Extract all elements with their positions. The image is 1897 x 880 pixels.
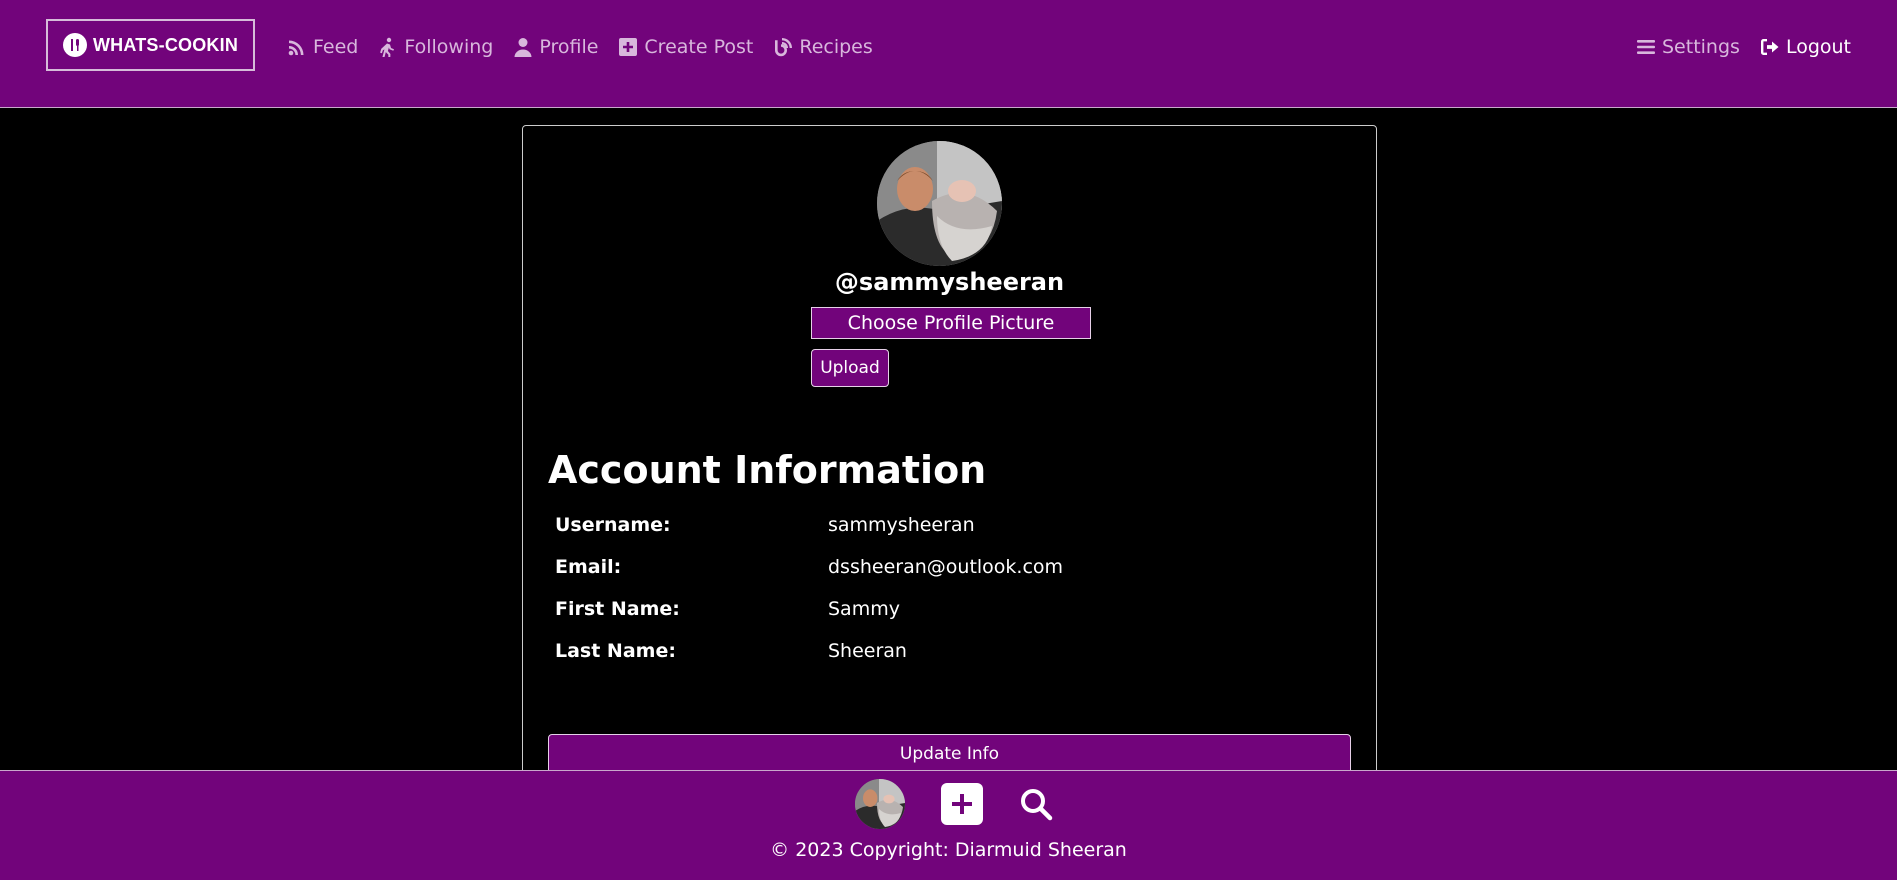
account-information-heading: Account Information bbox=[548, 448, 987, 492]
top-navbar: WHATS-COOKIN Feed Following Profile Crea… bbox=[0, 0, 1897, 108]
cooking-utensils-icon bbox=[62, 33, 87, 57]
nav-link-feed[interactable]: Feed bbox=[287, 36, 358, 58]
nav-link-logout-label: Logout bbox=[1785, 36, 1851, 58]
nav-link-create-post[interactable]: Create Post bbox=[618, 36, 753, 58]
nav-link-following[interactable]: Following bbox=[378, 36, 493, 58]
nav-links: Feed Following Profile Create Post Recip… bbox=[287, 36, 873, 58]
blog-icon bbox=[775, 38, 793, 57]
nav-link-settings[interactable]: Settings bbox=[1636, 36, 1740, 58]
footer-create-post-button[interactable] bbox=[940, 783, 983, 825]
profile-card: @sammysheeran Choose Profile Picture Upl… bbox=[522, 125, 1377, 880]
nav-link-create-post-label: Create Post bbox=[644, 36, 754, 58]
nav-link-following-label: Following bbox=[404, 36, 494, 58]
info-value: Sammy bbox=[828, 598, 900, 620]
nav-link-logout[interactable]: Logout bbox=[1760, 36, 1851, 58]
nav-link-profile[interactable]: Profile bbox=[513, 36, 598, 58]
info-value: dssheeran@outlook.com bbox=[828, 556, 1064, 578]
nav-link-settings-label: Settings bbox=[1662, 36, 1740, 58]
info-value: sammysheeran bbox=[828, 514, 975, 536]
profile-avatar bbox=[877, 141, 1002, 266]
upload-button[interactable]: Upload bbox=[811, 349, 889, 387]
plus-square-icon bbox=[619, 38, 638, 56]
copyright-text: © 2023 Copyright: Diarmuid Sheeran bbox=[770, 839, 1127, 861]
nav-link-feed-label: Feed bbox=[313, 36, 359, 58]
info-value: Sheeran bbox=[828, 640, 907, 662]
info-label: Email: bbox=[555, 556, 622, 578]
plus-icon bbox=[951, 794, 972, 814]
brand-logo-link[interactable]: WHATS-COOKIN bbox=[46, 19, 255, 71]
rss-icon bbox=[288, 40, 304, 56]
footer-actions bbox=[0, 779, 1897, 829]
update-info-button[interactable]: Update Info bbox=[548, 734, 1351, 774]
info-label: First Name: bbox=[555, 598, 680, 620]
footer: © 2023 Copyright: Diarmuid Sheeran bbox=[0, 770, 1897, 880]
walking-icon bbox=[380, 37, 395, 57]
brand-name: WHATS-COOKIN bbox=[92, 34, 239, 55]
nav-right: Settings Logout bbox=[1636, 36, 1851, 58]
search-icon[interactable] bbox=[1019, 787, 1053, 821]
nav-link-profile-label: Profile bbox=[539, 36, 599, 58]
footer-profile-avatar[interactable] bbox=[854, 779, 905, 829]
user-icon bbox=[514, 38, 532, 57]
nav-link-recipes[interactable]: Recipes bbox=[773, 36, 873, 58]
info-label: Username: bbox=[555, 514, 671, 536]
sign-out-icon bbox=[1760, 39, 1779, 55]
info-label: Last Name: bbox=[555, 640, 676, 662]
nav-link-recipes-label: Recipes bbox=[799, 36, 873, 58]
bars-icon bbox=[1637, 40, 1655, 54]
choose-profile-picture-button[interactable]: Choose Profile Picture bbox=[811, 307, 1091, 339]
profile-handle: @sammysheeran bbox=[834, 268, 1065, 296]
